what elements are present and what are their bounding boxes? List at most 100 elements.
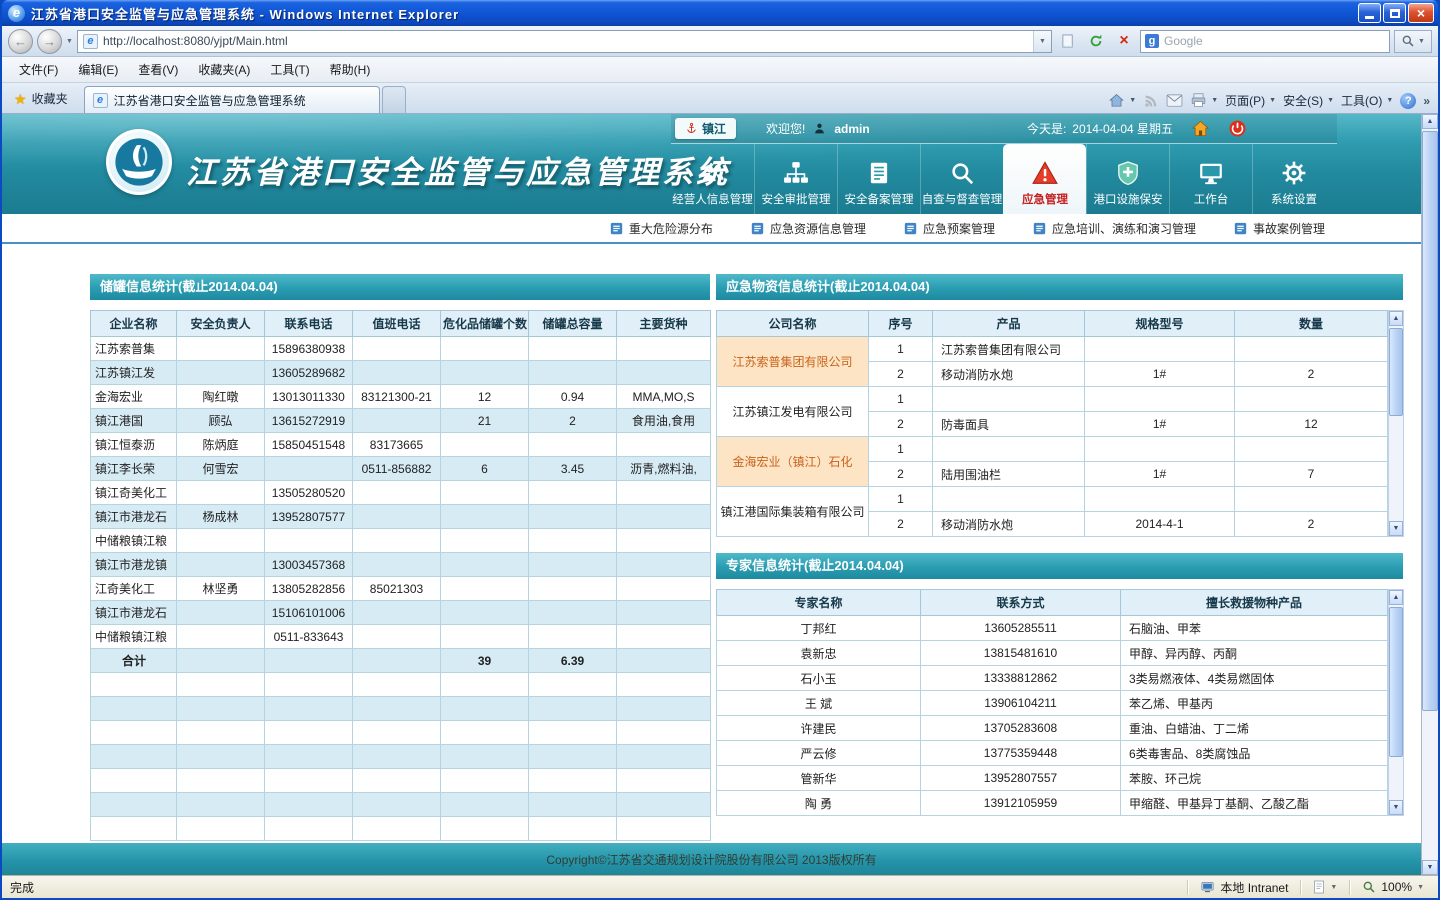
site-home-icon [1191,119,1210,138]
cell: 苯乙烯、甲基丙 [1121,691,1388,716]
cell [265,697,353,721]
column-header: 储罐总容量 [529,311,617,337]
cell: 3类易燃液体、4类易燃固体 [1121,666,1388,691]
page-scrollbar[interactable]: ▲ ▼ [1421,114,1438,875]
cell: 何雪宏 [177,457,265,481]
logout-button[interactable] [1228,119,1247,138]
nav-item-system-settings[interactable]: 系统设置 [1252,144,1335,214]
back-button[interactable]: ← [8,29,33,54]
cell [91,673,177,697]
cell: 移动消防水炮 [933,362,1085,387]
address-input[interactable]: e http://localhost:8080/yjpt/Main.html ▼ [77,30,1052,53]
empty-row [91,697,711,721]
refresh-button[interactable] [1084,30,1108,53]
menu-item[interactable]: 工具(T) [261,57,318,82]
safety-menu-button[interactable]: 安全(S)▼ [1283,92,1334,109]
cell: 陶 勇 [717,791,921,816]
history-dropdown-icon[interactable]: ▼ [66,38,73,45]
scrollbar-thumb[interactable] [1422,131,1438,711]
minimize-button[interactable] [1358,3,1381,23]
forward-button[interactable]: → [37,29,62,54]
search-button[interactable]: ▼ [1394,30,1432,53]
cell [91,745,177,769]
supplies-scrollbar[interactable]: ▲ ▼ [1388,310,1404,537]
browser-tab[interactable]: e 江苏省港口安全监管与应急管理系统 [84,86,380,113]
page-menu-button[interactable]: 页面(P)▼ [1225,92,1276,109]
cell [617,433,711,457]
close-button[interactable]: × [1408,3,1434,23]
toolbar-overflow-icon[interactable]: » [1423,94,1430,108]
flow-icon [783,160,809,186]
nav-item-label: 经营人信息管理 [672,191,753,207]
compatibility-icon [1061,34,1076,49]
subnav-item[interactable]: 应急资源信息管理 [751,220,866,237]
cell [353,529,441,553]
scroll-up-button[interactable]: ▲ [1389,590,1403,605]
scroll-down-button[interactable]: ▼ [1422,860,1438,875]
cell: 13615272919 [265,409,353,433]
nav-item-self-inspection[interactable]: 自查与督查管理 [920,144,1003,214]
column-header: 序号 [869,311,933,337]
window-title: 江苏省港口安全监管与应急管理系统 - Windows Internet Expl… [31,4,1358,23]
read-mail-button[interactable] [1166,93,1183,108]
stop-button[interactable]: × [1112,30,1136,53]
cell [177,769,265,793]
search-input[interactable]: g Google [1140,30,1390,53]
subnav-item[interactable]: 事故案例管理 [1234,220,1325,237]
table-row: 镇江港国顾弘13615272919 212食用油,食用 [91,409,711,433]
compatibility-view-button[interactable] [1056,30,1080,53]
menu-item[interactable]: 文件(F) [10,57,67,82]
cell [1085,387,1235,412]
menu-item[interactable]: 编辑(E) [69,57,127,82]
feeds-button[interactable] [1143,93,1159,109]
scroll-up-button[interactable]: ▲ [1422,114,1438,129]
zoom-control[interactable]: 100% ▼ [1356,880,1430,894]
cell: 1 [869,387,933,412]
cell [265,649,353,673]
cell [617,625,711,649]
subnav-item[interactable]: 重大危险源分布 [610,220,713,237]
scroll-down-button[interactable]: ▼ [1389,521,1403,536]
subnav-item[interactable]: 应急预案管理 [904,220,995,237]
nav-item-workbench[interactable]: 工作台 [1169,144,1252,214]
nav-item-emergency[interactable]: 应急管理 [1003,144,1086,214]
nav-item-port-security[interactable]: 港口设施保安 [1086,144,1169,214]
nav-item-safety-record[interactable]: 安全备案管理 [837,144,920,214]
search-placeholder: Google [1164,34,1389,48]
help-button[interactable]: ? [1400,93,1416,109]
nav-item-operator-info[interactable]: 经营人信息管理 [671,144,754,214]
scrollbar-thumb[interactable] [1389,328,1403,416]
tools-menu-button[interactable]: 工具(O)▼ [1341,92,1393,109]
refresh-icon [1088,33,1104,49]
favorites-button[interactable]: ★ 收藏夹 [6,85,76,113]
nav-item-safety-approval[interactable]: 安全审批管理 [754,144,837,214]
scroll-up-button[interactable]: ▲ [1389,311,1403,326]
cell [353,745,441,769]
scrollbar-thumb[interactable] [1389,607,1403,757]
experts-scrollbar[interactable]: ▲ ▼ [1388,589,1404,816]
cell: 1# [1085,412,1235,437]
tank-panel: 储罐信息统计(截止2014.04.04) 企业名称安全负责人联系电话值班电话危化… [90,274,710,841]
subnav-item[interactable]: 应急培训、演练和演习管理 [1033,220,1196,237]
scroll-down-button[interactable]: ▼ [1389,800,1403,815]
column-header: 规格型号 [1085,311,1235,337]
tank-table: 企业名称安全负责人联系电话值班电话危化品储罐个数储罐总容量主要货种 江苏索普集 … [90,310,711,841]
home-page-button[interactable] [1191,119,1210,138]
cell [617,505,711,529]
menu-item[interactable]: 收藏夹(A) [189,57,259,82]
menu-item[interactable]: 帮助(H) [321,57,380,82]
cell [441,817,529,841]
maximize-button[interactable] [1383,3,1406,23]
cell: 沥青,燃料油, [617,457,711,481]
menu-item[interactable]: 查看(V) [129,57,187,82]
address-dropdown-button[interactable]: ▼ [1033,31,1051,52]
cell [91,817,177,841]
protected-mode-button[interactable]: ▼ [1307,880,1343,894]
city-badge[interactable]: 镇江 [675,118,736,139]
new-tab-stub[interactable] [382,86,406,113]
table-row: 镇江市港龙石杨成林13952807577 [91,505,711,529]
home-button[interactable]: ▼ [1108,92,1136,109]
cell [177,481,265,505]
print-button[interactable]: ▼ [1190,92,1218,109]
form-icon [751,222,764,235]
